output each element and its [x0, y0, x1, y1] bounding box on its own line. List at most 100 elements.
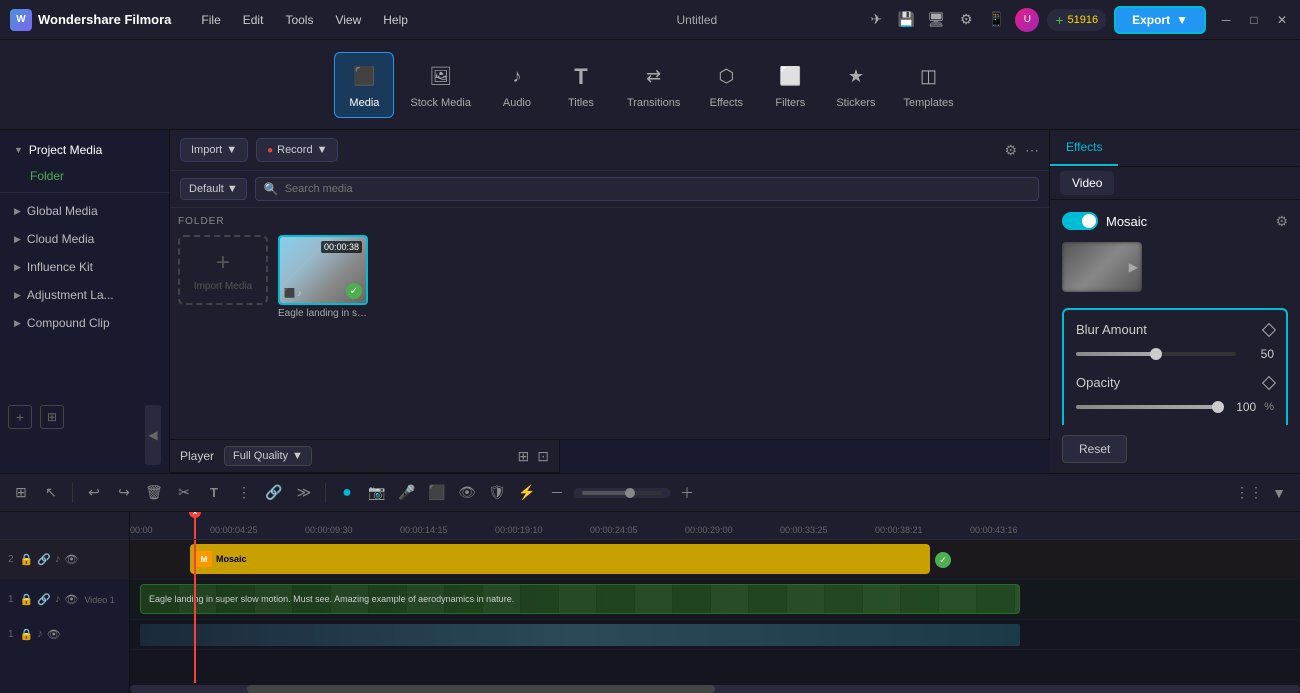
playhead[interactable]: ×	[194, 512, 196, 539]
redo-button[interactable]: ↪	[111, 480, 137, 506]
speed-icon[interactable]: ⚡	[514, 480, 540, 506]
tab-effects[interactable]: Effects	[1050, 130, 1118, 166]
video-clip[interactable]: Eagle landing in super slow motion. Must…	[140, 584, 1020, 614]
film-frame-24	[1015, 585, 1019, 613]
eye-tl-icon[interactable]: 👁	[454, 480, 480, 506]
select-tool-icon[interactable]: ↖	[38, 480, 64, 506]
fullscreen-icon[interactable]: ⊡	[537, 448, 549, 465]
opacity-slider-handle[interactable]	[1212, 401, 1224, 413]
menu-help[interactable]: Help	[373, 9, 418, 31]
tool-transitions[interactable]: ⇄ Transitions	[615, 53, 692, 117]
share-icon[interactable]: ✈	[865, 9, 887, 31]
track-link-icon[interactable]: 🔗	[37, 553, 51, 566]
delete-button[interactable]: 🗑	[141, 480, 167, 506]
export-button[interactable]: Export ▼	[1114, 6, 1206, 34]
zoom-slider[interactable]	[582, 491, 662, 495]
audio-track-icon[interactable]: ♪	[37, 628, 43, 641]
menu-view[interactable]: View	[325, 9, 371, 31]
scrollbar-thumb[interactable]	[247, 685, 715, 693]
track-lock-icon[interactable]: 🔒	[20, 553, 34, 566]
more-tools-button[interactable]: ≫	[291, 480, 317, 506]
tool-stock-media[interactable]: 🖼 Stock Media	[398, 53, 483, 117]
blur-keyframe-icon[interactable]	[1262, 322, 1276, 336]
tool-filters[interactable]: ⬜ Filters	[760, 53, 820, 117]
blur-slider[interactable]	[1076, 352, 1236, 356]
track1-audio-icon[interactable]: ♪	[55, 593, 61, 606]
save-icon[interactable]: 💾	[895, 9, 917, 31]
camera-icon[interactable]: 📷	[364, 480, 390, 506]
screen-icon[interactable]: 🖥	[925, 9, 947, 31]
default-view-button[interactable]: Default ▼	[180, 178, 247, 200]
opacity-slider[interactable]	[1076, 405, 1218, 409]
tool-audio[interactable]: ♪ Audio	[487, 53, 547, 117]
record-button[interactable]: ● Record ▼	[256, 138, 338, 162]
close-button[interactable]: ✕	[1274, 12, 1290, 28]
mosaic-settings-icon[interactable]: ⚙	[1275, 213, 1288, 230]
maximize-button[interactable]: □	[1246, 12, 1262, 28]
audio-clip[interactable]	[140, 624, 1020, 646]
thumb-container: 00:00:38 ⬛ ♪ ✓	[278, 235, 368, 305]
sub-tab-video[interactable]: Video	[1060, 171, 1114, 195]
record-tl-icon[interactable]: ●	[334, 480, 360, 506]
track1-link-icon[interactable]: 🔗	[37, 593, 51, 606]
shield-icon[interactable]: 🛡	[484, 480, 510, 506]
media-thumbnail[interactable]: 00:00:38 ⬛ ♪ ✓ Eagle landing in super...	[278, 235, 368, 319]
filter-icon[interactable]: ⚙	[1004, 142, 1017, 159]
menu-tools[interactable]: Tools	[275, 9, 323, 31]
timeline-scrollbar[interactable]	[130, 685, 1300, 693]
quality-selector[interactable]: Full Quality ▼	[224, 446, 312, 466]
tool-effects[interactable]: ⬡ Effects	[696, 53, 756, 117]
tool-titles[interactable]: T Titles	[551, 53, 611, 117]
reset-button[interactable]: Reset	[1062, 435, 1127, 463]
track-audio-icon[interactable]: ♪	[55, 553, 61, 566]
more-options-icon[interactable]: ⋯	[1025, 142, 1039, 159]
new-folder-icon[interactable]: +	[8, 405, 32, 429]
blur-slider-handle[interactable]	[1150, 348, 1162, 360]
import-button[interactable]: Import ▼	[180, 138, 248, 162]
panel-item-adjustment[interactable]: ▶ Adjustment La...	[0, 281, 169, 309]
zoom-handle[interactable]	[625, 488, 635, 498]
scenes-tool-icon[interactable]: ⊞	[8, 480, 34, 506]
link-button[interactable]: 🔗	[261, 480, 287, 506]
opacity-keyframe-icon[interactable]	[1262, 375, 1276, 389]
menu-file[interactable]: File	[191, 9, 230, 31]
subtitle-icon[interactable]: ⬛	[424, 480, 450, 506]
panel-item-global-media[interactable]: ▶ Global Media	[0, 197, 169, 225]
tool-stickers[interactable]: ★ Stickers	[824, 53, 887, 117]
undo-button[interactable]: ↩	[81, 480, 107, 506]
mosaic-clip[interactable]: M Mosaic	[190, 544, 930, 574]
mosaic-preview[interactable]: ▶	[1062, 242, 1142, 292]
collapse-panel-icon[interactable]: ◀	[145, 405, 161, 465]
text-tool-icon[interactable]: T	[201, 480, 227, 506]
media-browser: Import ▼ ● Record ▼ ⚙ ⋯ Default ▼ 🔍	[170, 130, 1050, 440]
track1-eye-icon[interactable]: 👁	[64, 593, 78, 606]
panel-item-compound-clip[interactable]: ▶ Compound Clip	[0, 309, 169, 337]
mosaic-toggle[interactable]	[1062, 212, 1098, 230]
audio-eye-icon[interactable]: 👁	[47, 628, 61, 641]
track-eye-icon[interactable]: 👁	[64, 553, 78, 566]
panel-item-project-media[interactable]: ▼ Project Media	[0, 136, 169, 164]
audio-lock-icon[interactable]: 🔒	[20, 628, 34, 641]
cut-button[interactable]: ✂	[171, 480, 197, 506]
more-tl-icon[interactable]: ▼	[1266, 480, 1292, 506]
import-media-tile[interactable]: + Import Media	[178, 235, 268, 305]
menu-edit[interactable]: Edit	[233, 9, 274, 31]
tool-templates[interactable]: ◫ Templates	[891, 53, 965, 117]
track1-lock-icon[interactable]: 🔒	[20, 593, 34, 606]
split-button[interactable]: ⋮	[231, 480, 257, 506]
plus-zoom-icon[interactable]: ＋	[674, 480, 700, 506]
minimize-button[interactable]: ─	[1218, 12, 1234, 28]
tool-media[interactable]: ⬛ Media	[334, 52, 394, 118]
mic-icon[interactable]: 🎤	[394, 480, 420, 506]
panel-item-folder[interactable]: Folder	[0, 164, 169, 188]
user-avatar[interactable]: U	[1015, 8, 1039, 32]
settings-icon[interactable]: ⚙	[955, 9, 977, 31]
search-input[interactable]	[285, 183, 1030, 195]
minus-zoom-icon[interactable]: －	[544, 480, 570, 506]
grid-preview-icon[interactable]: ⊞	[518, 448, 530, 465]
devices-icon[interactable]: 📱	[985, 9, 1007, 31]
grid-tl-icon[interactable]: ⋮⋮	[1236, 480, 1262, 506]
grid-view-icon[interactable]: ⊞	[40, 405, 64, 429]
panel-item-cloud-media[interactable]: ▶ Cloud Media	[0, 225, 169, 253]
panel-item-influence-kit[interactable]: ▶ Influence Kit	[0, 253, 169, 281]
